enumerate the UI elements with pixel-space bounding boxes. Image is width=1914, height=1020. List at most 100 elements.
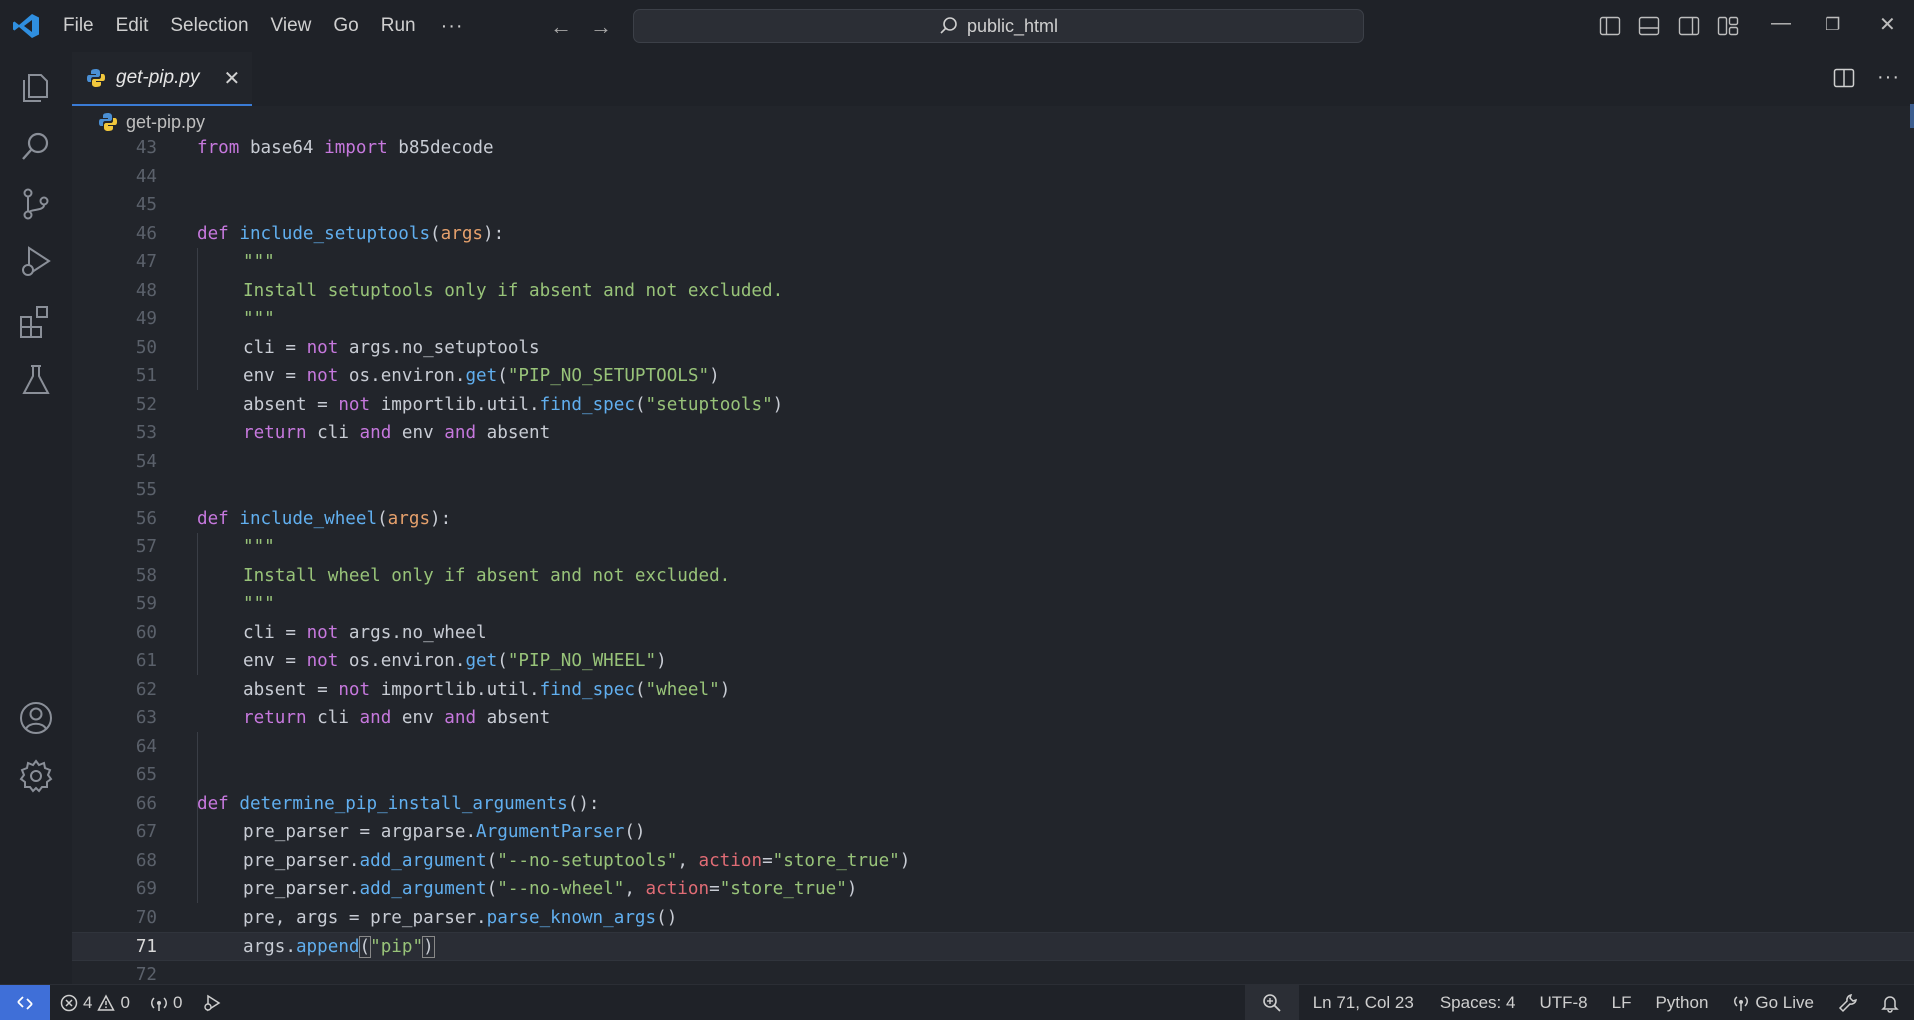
menu-run[interactable]: Run [370,0,427,52]
code-view[interactable]: 43 from base64 import b85decode 44 45 46 d… [72,134,1914,985]
vscode-logo-icon [13,14,39,38]
extensions-icon[interactable] [17,303,55,341]
code-line: 52 absent = not importlib.util.find_spec(… [135,394,784,415]
debug-run-indicator[interactable] [192,985,232,1020]
code-line: 66 def determine_pip_install_arguments(): [135,793,600,814]
remote-indicator[interactable] [0,984,50,1020]
scrollbar-position-marker[interactable] [1910,104,1914,128]
zoom-icon [1262,994,1281,1012]
wrench-icon [1838,994,1857,1013]
code-line: 54 [135,451,157,472]
code-line: 68 pre_parser.add_argument("--no-setuptoo… [135,850,911,871]
customize-layout-icon[interactable] [1717,15,1739,37]
zoom-indicator[interactable] [1244,985,1299,1020]
code-line: 62 absent = not importlib.util.find_spec(… [135,679,731,700]
split-editor-icon[interactable] [1833,67,1855,89]
code-line: 69 pre_parser.add_argument("--no-wheel", … [135,879,858,899]
source-control-icon[interactable] [17,185,55,223]
notifications-indicator[interactable] [1870,985,1914,1020]
tools-indicator[interactable] [1826,985,1870,1020]
run-debug-icon[interactable] [17,243,55,281]
ports-count: 0 [172,992,183,1012]
editor-area: get-pip.py ✕ ··· get-pip.py 43 from base6… [72,52,1914,985]
language-mode[interactable]: Python [1643,985,1720,1020]
broadcast-icon [150,996,167,1011]
end-of-line[interactable]: LF [1600,985,1644,1020]
code-line: 59 """ [135,594,275,614]
cursor-position[interactable]: Ln 71, Col 23 [1299,985,1428,1020]
command-center-label: public_html [966,15,1059,36]
tab-close-icon[interactable]: ✕ [223,66,240,91]
settings-gear-icon[interactable] [17,757,55,795]
toggle-secondary-sidebar-icon[interactable] [1678,15,1700,37]
code-line: 44 [135,166,157,187]
code-line: 47 """ [135,252,275,272]
restore-icon[interactable]: ❐ [1825,15,1840,35]
indentation[interactable]: Spaces: 4 [1428,985,1528,1020]
menu-bar: File Edit Selection View Go Run ··· [52,0,478,52]
code-line: 49 """ [135,309,275,329]
minimize-icon[interactable]: — [1771,12,1791,35]
menu-file[interactable]: File [52,0,105,52]
code-line: 50 cli = not args.no_setuptools [135,337,540,358]
code-line: 48 Install setuptools only if absent and … [135,280,784,301]
current-code-line: 71 args.append("pip") [72,932,1914,961]
warning-icon [97,993,116,1011]
code-line: 58 Install wheel only if absent and not e… [135,565,731,586]
more-actions-icon[interactable]: ··· [1877,66,1900,89]
code-line: 53 return cli and env and absent [135,423,551,443]
python-file-icon [87,69,105,87]
menu-view[interactable]: View [260,0,323,52]
menu-more-button[interactable]: ··· [427,15,478,38]
go-live-button[interactable]: Go Live [1720,985,1826,1020]
forward-arrow-icon[interactable]: → [590,14,612,40]
close-window-icon[interactable]: ✕ [1879,12,1896,37]
code-line: 70 pre, args = pre_parser.parse_known_arg… [135,907,678,928]
command-center-search[interactable]: public_html [633,9,1364,43]
code-line: 63 return cli and env and absent [135,708,551,728]
menu-selection[interactable]: Selection [159,0,259,52]
problems-indicator[interactable]: 4 0 [50,985,140,1020]
remote-icon [17,995,33,1010]
testing-flask-icon[interactable] [17,361,55,399]
bell-icon [1881,996,1899,1013]
error-count: 4 [83,992,93,1012]
code-line: 55 [135,480,157,500]
error-icon [60,994,78,1011]
editor-actions: ··· [1833,66,1900,89]
menu-edit[interactable]: Edit [105,0,160,52]
code-line: 61 env = not os.environ.get("PIP_NO_WHEEL… [135,651,667,671]
back-arrow-icon[interactable]: ← [550,14,572,40]
title-bar: File Edit Selection View Go Run ··· ← → … [0,0,1914,52]
explorer-icon[interactable] [17,67,55,105]
toggle-primary-sidebar-icon[interactable] [1599,15,1621,37]
account-icon[interactable] [17,699,55,737]
code-line: 46 def include_setuptools(args): [135,223,505,244]
tab-get-pip[interactable]: get-pip.py ✕ [72,52,252,106]
search-view-icon[interactable] [17,127,55,165]
status-bar: 4 0 0 Ln 71, Col 23 Spaces: 4 UTF-8 LF P… [0,984,1914,1020]
code-line: 67 pre_parser = argparse.ArgumentParser() [135,822,646,842]
code-line: 51 env = not os.environ.get("PIP_NO_SETUP… [135,366,720,386]
run-debug-small-icon [204,994,221,1011]
go-live-label: Go Live [1755,993,1814,1012]
warning-count: 0 [120,992,130,1012]
code-line: 64 [135,736,157,757]
toggle-panel-icon[interactable] [1638,15,1660,37]
menu-go[interactable]: Go [322,0,369,52]
tab-bar: get-pip.py ✕ ··· [72,52,1914,106]
code-line: 56 def include_wheel(args): [135,508,452,529]
code-line: 43 from base64 import b85decode [135,138,494,158]
search-icon [940,17,957,34]
ports-indicator[interactable]: 0 [140,985,192,1020]
encoding[interactable]: UTF-8 [1527,985,1599,1020]
activity-bar [0,52,72,984]
code-line: 60 cli = not args.no_wheel [135,622,487,643]
code-line: 65 [135,765,157,785]
status-bar-right: Ln 71, Col 23 Spaces: 4 UTF-8 LF Python … [1244,985,1914,1020]
code-line: 45 [135,195,157,215]
breadcrumb-file[interactable]: get-pip.py [126,112,205,133]
python-file-icon [99,113,117,131]
go-live-icon [1734,996,1749,1011]
tab-label: get-pip.py [116,67,200,88]
